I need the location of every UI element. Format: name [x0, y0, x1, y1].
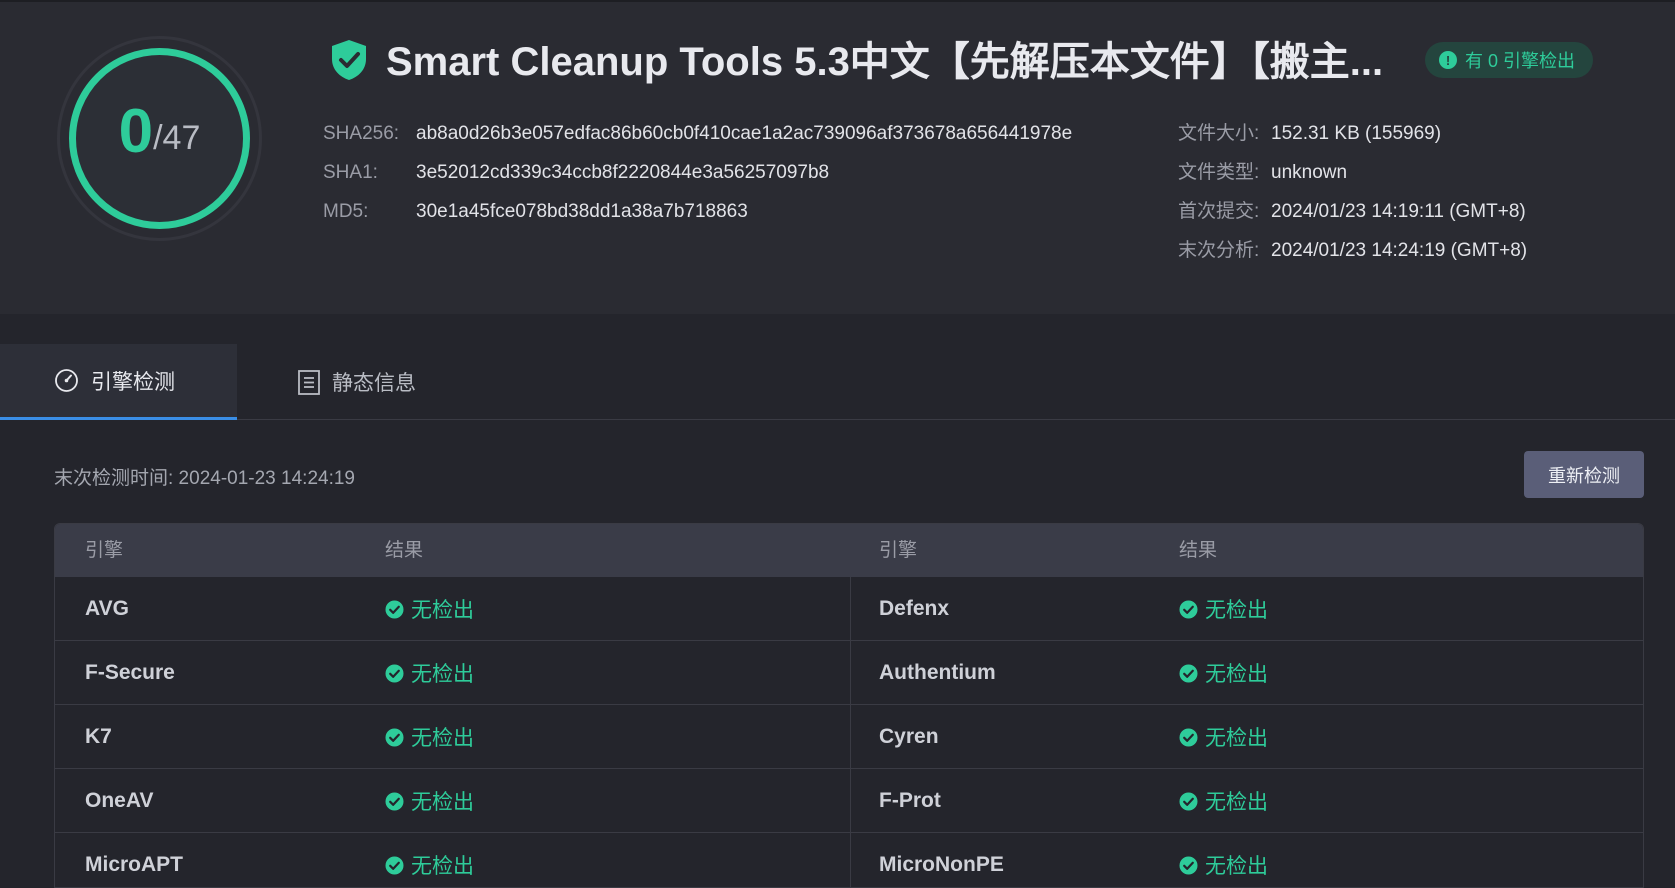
engine-result: 无检出 — [385, 577, 474, 641]
engine-result-label: 无检出 — [1205, 727, 1268, 750]
file-size-label: 文件大小: — [1178, 123, 1260, 144]
engine-name: Authentium — [879, 661, 996, 684]
file-summary-header: 0 /47 Smart Cleanup Tools 5.3中文【先解压本文件】【… — [0, 0, 1675, 314]
md5-label: MD5: — [323, 201, 369, 222]
engine-total: /47 — [153, 118, 201, 157]
file-size-value: 152.31 KB (155969) — [1271, 123, 1442, 144]
engine-result-label: 无检出 — [1205, 599, 1268, 622]
engine-result: 无检出 — [385, 705, 474, 769]
engine-result: 无检出 — [385, 641, 474, 705]
sha1-label: SHA1: — [323, 162, 378, 183]
engine-result-label: 无检出 — [1205, 855, 1268, 878]
engine-result: 无检出 — [385, 833, 474, 887]
engine-result: 无检出 — [1179, 705, 1268, 769]
table-row: K7 无检出 Cyren 无检出 — [55, 705, 1643, 769]
recheck-button[interactable]: 重新检测 — [1524, 451, 1644, 498]
sha1-value[interactable]: 3e52012cd339c34ccb8f2220844e3a56257097b8 — [416, 161, 829, 185]
column-header-result: 结果 — [1179, 540, 1218, 561]
column-header-engine: 引擎 — [879, 540, 918, 561]
table-row: AVG 无检出 Defenx 无检出 — [55, 577, 1643, 641]
check-circle-icon — [1179, 792, 1198, 810]
engine-name: Cyren — [879, 725, 939, 748]
engine-name: MicroAPT — [85, 853, 184, 876]
engine-result: 无检出 — [1179, 577, 1268, 641]
table-header: 引擎 结果 引擎 结果 — [55, 524, 1643, 577]
engine-result-label: 无检出 — [411, 727, 474, 750]
exclamation-icon: ! — [1439, 51, 1457, 69]
engine-result: 无检出 — [1179, 641, 1268, 705]
check-circle-icon — [1179, 856, 1198, 874]
md5-value[interactable]: 30e1a45fce078bd38dd1a38a7b718863 — [416, 200, 748, 224]
check-circle-icon — [385, 600, 404, 618]
column-header-result: 结果 — [385, 540, 424, 561]
file-type-label: 文件类型: — [1178, 162, 1260, 183]
engine-result-label: 无检出 — [1205, 663, 1268, 686]
tab-static-info[interactable]: 静态信息 — [298, 344, 478, 420]
list-icon — [298, 369, 320, 395]
check-circle-icon — [1179, 728, 1198, 746]
engine-result: 无检出 — [385, 769, 474, 833]
check-circle-icon — [385, 792, 404, 810]
engine-result-label: 无检出 — [411, 855, 474, 878]
engine-result-label: 无检出 — [411, 599, 474, 622]
detection-count: 0 — [118, 96, 154, 166]
table-row: OneAV 无检出 F-Prot 无检出 — [55, 769, 1643, 833]
check-circle-icon — [385, 664, 404, 682]
last-analysis-label: 末次分析: — [1178, 240, 1260, 261]
file-type-value: unknown — [1271, 162, 1348, 183]
tab-bar: 引擎检测 静态信息 — [0, 344, 1675, 420]
check-circle-icon — [1179, 664, 1198, 682]
table-row: F-Secure 无检出 Authentium 无检出 — [55, 641, 1643, 705]
detection-score: 0 /47 — [56, 35, 263, 242]
table-row: MicroAPT 无检出 MicroNonPE 无检出 — [55, 833, 1643, 887]
first-submit-label: 首次提交: — [1178, 201, 1260, 222]
last-check-time: 末次检测时间: 2024-01-23 14:24:19 — [54, 468, 355, 489]
detection-badge: ! 有 0 引擎检出 — [1425, 42, 1593, 78]
tab-engine-detection[interactable]: 引擎检测 — [0, 344, 237, 420]
engine-name: K7 — [85, 725, 112, 748]
engine-name: MicroNonPE — [879, 853, 1004, 876]
sha256-label: SHA256: — [323, 123, 400, 144]
engine-name: Defenx — [879, 597, 950, 620]
check-circle-icon — [1179, 600, 1198, 618]
engine-name: F-Secure — [85, 661, 175, 684]
first-submit-value: 2024/01/23 14:19:11 (GMT+8) — [1271, 201, 1526, 222]
engine-name: OneAV — [85, 789, 154, 812]
check-circle-icon — [385, 728, 404, 746]
last-analysis-value: 2024/01/23 14:24:19 (GMT+8) — [1271, 240, 1528, 261]
engine-result: 无检出 — [1179, 833, 1268, 887]
engine-results-table: 引擎 结果 引擎 结果 AVG 无检出 Defenx 无检出 F-Secure 无检出 Au… — [54, 523, 1644, 888]
detection-badge-label: 有 0 引擎检出 — [1465, 51, 1576, 71]
check-circle-icon — [385, 856, 404, 874]
engine-name: AVG — [85, 597, 129, 620]
engine-result-label: 无检出 — [411, 663, 474, 686]
tab-static-info-label: 静态信息 — [332, 372, 416, 395]
column-header-engine: 引擎 — [85, 540, 124, 561]
engine-result: 无检出 — [1179, 769, 1268, 833]
engine-result-label: 无检出 — [411, 791, 474, 814]
engine-result-label: 无检出 — [1205, 791, 1268, 814]
tab-engine-detection-label: 引擎检测 — [91, 370, 175, 394]
file-name-title: Smart Cleanup Tools 5.3中文【先解压本文件】【搬主... — [386, 40, 1384, 84]
sha256-value[interactable]: ab8a0d26b3e057edfac86b60cb0f410cae1a2ac7… — [416, 122, 1072, 146]
shield-check-icon — [332, 40, 366, 80]
engine-name: F-Prot — [879, 789, 941, 812]
gauge-icon — [55, 369, 78, 392]
